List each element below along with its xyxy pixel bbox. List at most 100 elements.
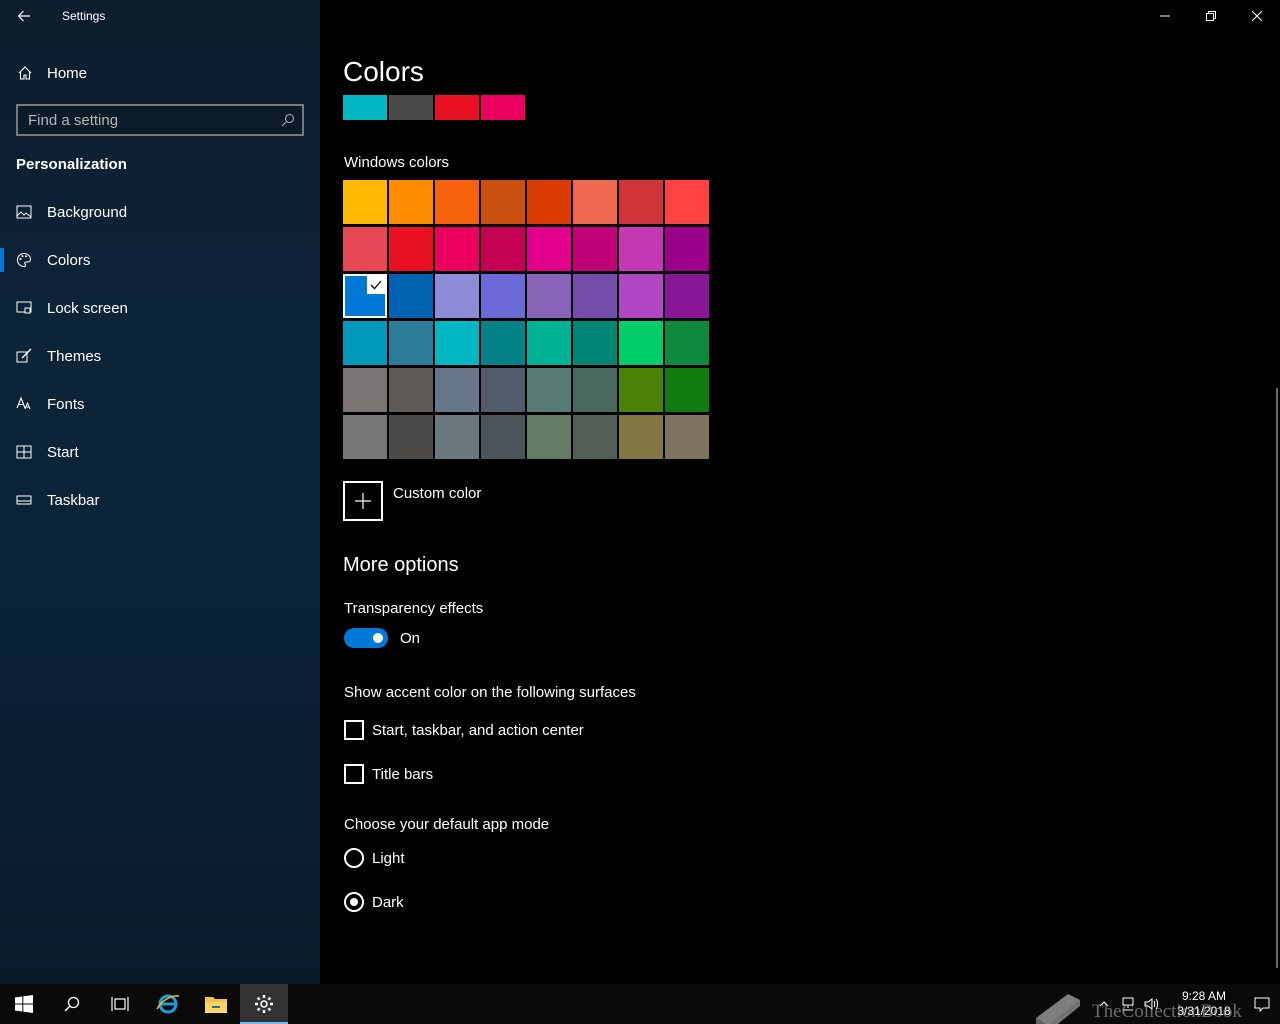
color-swatch[interactable] (481, 274, 525, 318)
color-swatch[interactable] (435, 274, 479, 318)
network-icon[interactable] (1116, 997, 1140, 1011)
dark-mode-radio-row[interactable]: Dark (344, 892, 404, 912)
color-swatch[interactable] (481, 415, 525, 459)
color-swatch[interactable] (481, 368, 525, 412)
color-swatch[interactable] (389, 227, 433, 271)
light-mode-radio[interactable] (344, 848, 364, 868)
color-swatch[interactable] (573, 180, 617, 224)
color-swatch[interactable] (619, 368, 663, 412)
color-swatch[interactable] (343, 274, 387, 318)
settings-taskbar-button[interactable] (240, 984, 288, 1024)
nav-item-background[interactable]: Background (0, 188, 320, 236)
color-swatch[interactable] (665, 274, 709, 318)
clock[interactable]: 9:28 AM 3/31/2018 (1164, 989, 1244, 1019)
color-swatch[interactable] (573, 368, 617, 412)
file-explorer-button[interactable] (192, 984, 240, 1024)
color-swatch[interactable] (527, 415, 571, 459)
app-mode-label: Choose your default app mode (344, 816, 550, 833)
home-label: Home (47, 64, 88, 82)
color-swatch[interactable] (435, 227, 479, 271)
sidebar: Settings Home Personalization Background… (0, 0, 320, 984)
color-swatch[interactable] (619, 180, 663, 224)
color-swatch[interactable] (665, 321, 709, 365)
nav-label: Lock screen (47, 299, 128, 317)
color-swatch[interactable] (343, 227, 387, 271)
color-swatch[interactable] (665, 368, 709, 412)
transparency-toggle[interactable] (344, 628, 388, 648)
title-bars-checkbox-row[interactable]: Title bars (344, 764, 433, 784)
nav-item-taskbar[interactable]: Taskbar (0, 476, 320, 524)
start-button[interactable] (0, 984, 48, 1024)
action-center-icon[interactable] (1244, 996, 1280, 1012)
recent-color-swatch[interactable] (481, 95, 525, 120)
color-swatch[interactable] (527, 274, 571, 318)
app-title: Settings (62, 9, 106, 23)
color-swatch[interactable] (573, 227, 617, 271)
restore-icon (1206, 11, 1216, 21)
search-box[interactable] (16, 104, 304, 136)
color-swatch[interactable] (389, 321, 433, 365)
color-swatch[interactable] (389, 274, 433, 318)
color-swatch[interactable] (573, 415, 617, 459)
color-swatch[interactable] (343, 180, 387, 224)
search-input[interactable] (18, 111, 274, 129)
color-swatch[interactable] (389, 368, 433, 412)
color-swatch[interactable] (619, 321, 663, 365)
color-swatch[interactable] (435, 415, 479, 459)
search-taskbar-button[interactable] (48, 984, 96, 1024)
color-swatch[interactable] (481, 180, 525, 224)
volume-icon[interactable] (1140, 997, 1164, 1011)
color-swatch[interactable] (573, 321, 617, 365)
home-nav-item[interactable]: Home (0, 57, 320, 89)
light-mode-radio-row[interactable]: Light (344, 848, 405, 868)
color-swatch[interactable] (389, 180, 433, 224)
task-view-button[interactable] (96, 984, 144, 1024)
color-swatch[interactable] (389, 415, 433, 459)
recent-color-swatch[interactable] (389, 95, 433, 120)
color-swatch[interactable] (343, 321, 387, 365)
color-swatch[interactable] (619, 274, 663, 318)
nav-item-themes[interactable]: Themes (0, 332, 320, 380)
task-view-icon (111, 997, 129, 1011)
color-swatch[interactable] (619, 227, 663, 271)
color-swatch[interactable] (665, 227, 709, 271)
nav-item-fonts[interactable]: Fonts (0, 380, 320, 428)
color-swatch[interactable] (527, 227, 571, 271)
palette-icon (0, 252, 47, 268)
recent-color-swatch[interactable] (343, 95, 387, 120)
start-taskbar-checkbox-row[interactable]: Start, taskbar, and action center (344, 720, 584, 740)
dark-mode-radio[interactable] (344, 892, 364, 912)
color-swatch[interactable] (343, 368, 387, 412)
minimize-button[interactable] (1142, 0, 1188, 32)
color-swatch[interactable] (665, 415, 709, 459)
clock-time: 9:28 AM (1181, 989, 1227, 1003)
search-icon[interactable] (274, 113, 302, 127)
color-swatch[interactable] (527, 180, 571, 224)
close-button[interactable] (1234, 0, 1280, 32)
restore-button[interactable] (1188, 0, 1234, 32)
color-swatch[interactable] (573, 274, 617, 318)
color-swatch[interactable] (343, 415, 387, 459)
color-swatch[interactable] (435, 180, 479, 224)
color-swatch[interactable] (435, 321, 479, 365)
color-swatch[interactable] (619, 415, 663, 459)
scrollbar[interactable] (1276, 388, 1278, 968)
title-bars-checkbox[interactable] (344, 764, 364, 784)
color-swatch[interactable] (527, 321, 571, 365)
nav-item-start[interactable]: Start (0, 428, 320, 476)
color-swatch[interactable] (481, 227, 525, 271)
plus-icon (343, 481, 383, 521)
color-swatch[interactable] (481, 321, 525, 365)
color-swatch[interactable] (435, 368, 479, 412)
custom-color-button[interactable]: Custom color (343, 481, 481, 521)
chevron-up-icon[interactable] (1092, 1001, 1116, 1007)
recent-color-swatch[interactable] (435, 95, 479, 120)
color-swatch[interactable] (665, 180, 709, 224)
nav-item-lock-screen[interactable]: Lock screen (0, 284, 320, 332)
back-arrow-icon (17, 10, 30, 22)
color-swatch[interactable] (527, 368, 571, 412)
back-button[interactable] (8, 0, 40, 32)
start-taskbar-checkbox[interactable] (344, 720, 364, 740)
nav-item-colors[interactable]: Colors (0, 236, 320, 284)
edge-button[interactable] (144, 984, 192, 1024)
